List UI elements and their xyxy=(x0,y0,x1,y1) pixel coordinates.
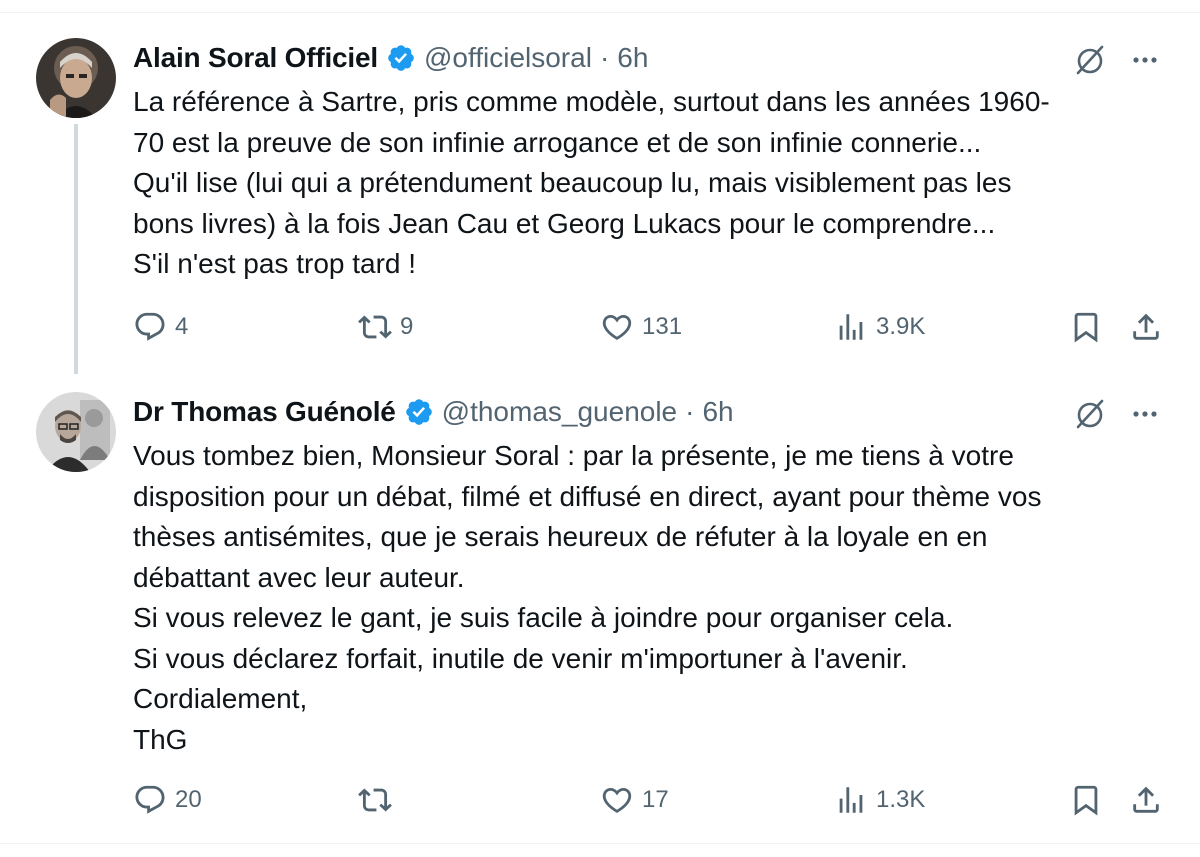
tweet-text-line: Si vous relevez le gant, je suis facile … xyxy=(133,602,954,633)
repost-button[interactable]: 9 xyxy=(358,307,413,347)
author-name[interactable]: Dr Thomas Guénolé xyxy=(133,396,396,428)
views-icon xyxy=(834,310,868,344)
views-button[interactable]: 1.3K xyxy=(834,780,925,820)
grok-icon[interactable] xyxy=(1072,396,1108,432)
share-icon xyxy=(1129,310,1163,344)
reply-count: 20 xyxy=(175,786,202,813)
verified-badge-icon xyxy=(404,397,434,427)
bottom-divider xyxy=(0,843,1200,844)
grok-icon[interactable] xyxy=(1072,42,1108,78)
tweet-text-line: Qu'il lise (lui qui a prétendument beauc… xyxy=(133,167,1012,198)
tweet-timestamp[interactable]: 6h xyxy=(617,42,648,74)
reply-icon xyxy=(133,783,167,817)
reply-button[interactable]: 4 xyxy=(133,307,188,347)
tweet-top-actions xyxy=(1072,394,1160,434)
thread-connector-line xyxy=(74,124,78,374)
repost-icon xyxy=(358,310,392,344)
header-separator: · xyxy=(599,42,610,73)
tweet-timestamp[interactable]: 6h xyxy=(702,396,733,428)
verified-badge-icon xyxy=(386,43,416,73)
tweet-text-line: bons livres) à la fois Jean Cau et Georg… xyxy=(133,207,996,239)
tweet-text-line: Si vous déclarez forfait, inutile de ven… xyxy=(133,642,908,674)
tweet-text-line: disposition pour un débat, filmé et diff… xyxy=(133,480,1042,512)
reply-button[interactable]: 20 xyxy=(133,780,202,820)
tweet-text-line: 70 est la preuve de son infinie arroganc… xyxy=(133,126,982,158)
repost-count: 9 xyxy=(400,313,414,340)
tweet-text-line: thèses antisémites, que je serais heureu… xyxy=(133,521,988,552)
avatar-guenole[interactable] xyxy=(36,392,116,472)
repost-icon xyxy=(358,783,392,817)
tweet-guenole[interactable]: Dr Thomas Guénolé @thomas_guenole · 6h V… xyxy=(0,380,1200,844)
reply-count: 4 xyxy=(175,313,189,340)
like-button[interactable]: 131 xyxy=(600,307,682,347)
more-options-icon[interactable] xyxy=(1130,399,1160,429)
bookmark-button[interactable] xyxy=(1069,307,1103,347)
author-handle[interactable]: @thomas_guenole xyxy=(442,396,677,428)
share-icon xyxy=(1129,783,1163,817)
like-icon xyxy=(600,310,634,344)
bookmark-icon xyxy=(1069,783,1103,817)
views-button[interactable]: 3.9K xyxy=(834,307,925,347)
like-count: 17 xyxy=(642,786,669,813)
tweet-text-line: débattant avec leur auteur. xyxy=(133,561,465,593)
views-count: 1.3K xyxy=(876,786,926,813)
tweet-text-line: Vous tombez bien, Monsieur Soral : par l… xyxy=(133,440,1014,471)
tweet-text-line: La référence à Sartre, pris comme modèle… xyxy=(133,86,1050,117)
like-count: 131 xyxy=(642,313,683,340)
author-handle[interactable]: @officielsoral xyxy=(424,42,592,74)
views-count: 3.9K xyxy=(876,313,926,340)
reply-icon xyxy=(133,310,167,344)
like-icon xyxy=(600,783,634,817)
tweet-actions: 20 17 1.3K xyxy=(133,780,1167,820)
tweet-text: Vous tombez bien, Monsieur Soral : par l… xyxy=(133,436,1163,760)
more-options-icon[interactable] xyxy=(1130,45,1160,75)
tweet-actions: 4 9 131 3.9K xyxy=(133,307,1167,347)
share-button[interactable] xyxy=(1129,307,1163,347)
views-icon xyxy=(834,783,868,817)
author-name[interactable]: Alain Soral Officiel xyxy=(133,42,378,74)
tweet-soral[interactable]: Alain Soral Officiel @officielsoral · 6h… xyxy=(0,0,1200,380)
timeline: Alain Soral Officiel @officielsoral · 6h… xyxy=(0,0,1200,857)
share-button[interactable] xyxy=(1129,780,1163,820)
repost-button[interactable] xyxy=(358,780,400,820)
bookmark-button[interactable] xyxy=(1069,780,1103,820)
header-separator: · xyxy=(685,396,695,427)
tweet-text-line: Cordialement, xyxy=(133,683,308,714)
tweet-text-line: S'il n'est pas trop tard ! xyxy=(133,248,417,279)
bookmark-icon xyxy=(1069,310,1103,344)
tweet-top-actions xyxy=(1072,40,1160,80)
tweet-text: La référence à Sartre, pris comme modèle… xyxy=(133,82,1163,285)
tweet-text-line: ThG xyxy=(133,723,188,755)
tweet-header: Dr Thomas Guénolé @thomas_guenole · 6h xyxy=(133,392,734,432)
tweet-header: Alain Soral Officiel @officielsoral · 6h xyxy=(133,38,648,78)
like-button[interactable]: 17 xyxy=(600,780,669,820)
avatar-soral[interactable] xyxy=(36,38,116,118)
